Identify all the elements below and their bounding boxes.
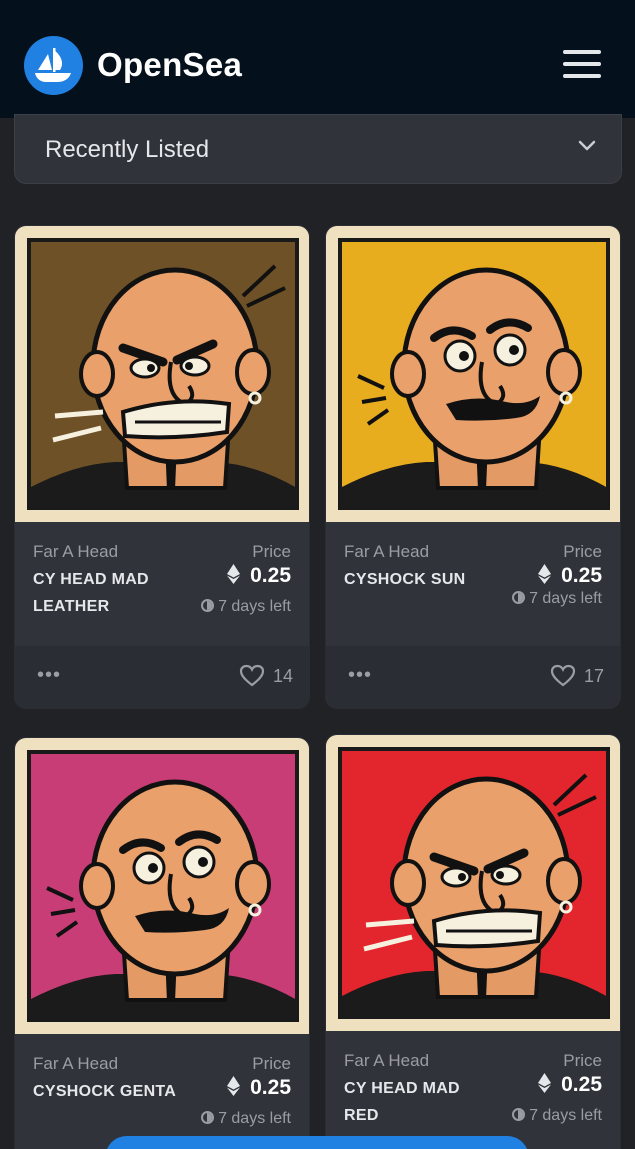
time-left: 7 days left bbox=[512, 590, 602, 608]
clock-icon bbox=[201, 1111, 215, 1124]
item-name[interactable]: CY HEAD MAD RED bbox=[344, 1075, 494, 1129]
hamburger-menu-icon[interactable] bbox=[560, 50, 604, 82]
time-left: 7 days left bbox=[201, 1110, 291, 1128]
top-bar: OpenSea bbox=[0, 0, 635, 118]
nft-card[interactable]: Far A Head CY HEAD MAD RED Price 0.25 7 … bbox=[325, 734, 621, 1149]
item-name[interactable]: CYSHOCK SUN bbox=[344, 566, 494, 593]
price-value: 0.25 bbox=[538, 564, 602, 590]
floating-action-button[interactable] bbox=[105, 1136, 529, 1149]
opensea-logo-icon[interactable] bbox=[24, 36, 83, 95]
price-label: Price bbox=[252, 1054, 291, 1073]
favorite-button[interactable]: 17 bbox=[550, 664, 604, 687]
item-name[interactable]: CYSHOCK GENTA bbox=[33, 1078, 183, 1105]
sort-dropdown[interactable]: Recently Listed bbox=[14, 114, 622, 184]
nft-image[interactable] bbox=[326, 735, 620, 1031]
nft-image[interactable] bbox=[15, 738, 309, 1034]
nft-image[interactable] bbox=[15, 226, 309, 522]
more-options-icon[interactable]: ••• bbox=[37, 664, 61, 687]
collection-name[interactable]: Far A Head bbox=[344, 1051, 429, 1071]
price-value: 0.25 bbox=[227, 564, 291, 590]
more-options-icon[interactable]: ••• bbox=[348, 664, 372, 687]
favorite-button[interactable]: 14 bbox=[239, 664, 293, 687]
collection-name[interactable]: Far A Head bbox=[33, 1054, 118, 1074]
item-name[interactable]: CY HEAD MAD LEATHER bbox=[33, 566, 183, 620]
clock-icon bbox=[512, 591, 526, 604]
time-left: 7 days left bbox=[512, 1107, 602, 1125]
ethereum-icon bbox=[227, 564, 241, 590]
card-footer: ••• 17 bbox=[326, 646, 620, 708]
heart-icon bbox=[239, 664, 265, 687]
heart-icon bbox=[550, 664, 576, 687]
nft-card[interactable]: Far A Head CYSHOCK SUN Price 0.25 7 days… bbox=[325, 225, 621, 709]
card-footer: ••• 14 bbox=[15, 646, 309, 708]
chevron-down-icon bbox=[578, 140, 596, 151]
clock-icon bbox=[201, 599, 215, 612]
ethereum-icon bbox=[538, 1073, 552, 1099]
nft-card[interactable]: Far A Head CY HEAD MAD LEATHER Price 0.2… bbox=[14, 225, 310, 709]
nft-card[interactable]: Far A Head CYSHOCK GENTA Price 0.25 7 da… bbox=[14, 737, 310, 1149]
price-label: Price bbox=[252, 542, 291, 561]
collection-name[interactable]: Far A Head bbox=[33, 542, 118, 562]
price-value: 0.25 bbox=[227, 1076, 291, 1102]
nft-image[interactable] bbox=[326, 226, 620, 522]
sort-label: Recently Listed bbox=[45, 136, 210, 163]
brand-name[interactable]: OpenSea bbox=[97, 46, 242, 84]
ethereum-icon bbox=[538, 564, 552, 590]
clock-icon bbox=[512, 1108, 526, 1121]
price-value: 0.25 bbox=[538, 1073, 602, 1099]
price-label: Price bbox=[563, 1051, 602, 1070]
ethereum-icon bbox=[227, 1076, 241, 1102]
time-left: 7 days left bbox=[201, 598, 291, 616]
price-label: Price bbox=[563, 542, 602, 561]
collection-name[interactable]: Far A Head bbox=[344, 542, 429, 562]
